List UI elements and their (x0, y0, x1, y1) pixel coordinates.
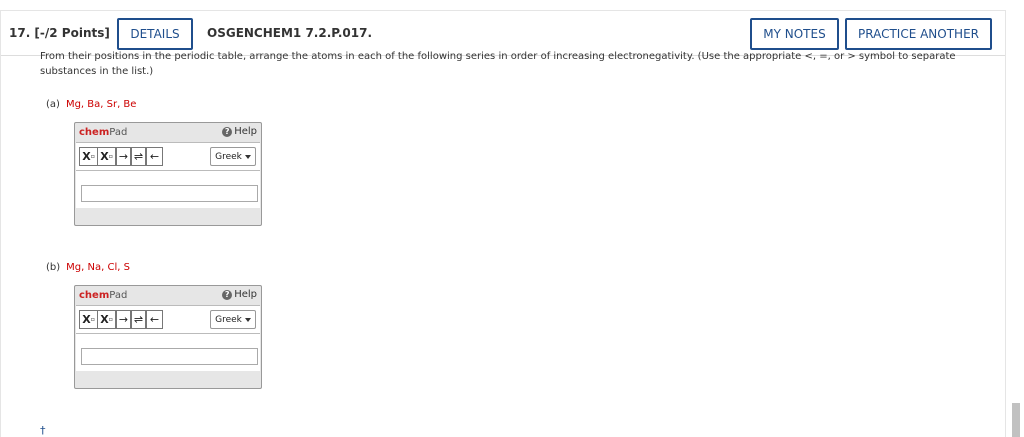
answer-a-input[interactable] (81, 185, 258, 202)
part-a-label: (a) Mg, Ba, Sr, Be (46, 99, 136, 110)
chempad-a-title: chemPad (79, 127, 128, 138)
question-circle-icon: ? (222, 126, 233, 137)
scrollbar-thumb[interactable] (1012, 403, 1020, 437)
greek-dropdown[interactable]: Greek (210, 310, 256, 329)
question-circle-icon: ? (222, 289, 233, 300)
question-prompt: From their positions in the periodic tab… (40, 51, 956, 77)
details-button[interactable]: DETAILS (117, 18, 193, 50)
dagger-marker: † (40, 424, 46, 437)
chempad-b-title: chemPad (79, 290, 128, 301)
chempad-a-help[interactable]: ? Help (222, 126, 257, 137)
question-number: 17. [-/2 Points] (9, 26, 110, 40)
question-code: OSGENCHEM1 7.2.P.017. (207, 26, 373, 40)
right-arrow-button[interactable]: → (116, 147, 131, 166)
greek-dropdown[interactable]: Greek (210, 147, 256, 166)
chempad-b-toolbar: X ▫ X ▫ → ⇌ ← Greek (76, 305, 260, 334)
part-b-letter: (b) (46, 262, 61, 273)
superscript-button[interactable]: X ▫ (97, 147, 116, 166)
chempad-b-input-area (76, 334, 260, 371)
part-b-label: (b) Mg, Na, Cl, S (46, 262, 130, 273)
chempad-b-help[interactable]: ? Help (222, 289, 257, 300)
chevron-down-icon (244, 154, 251, 159)
part-b-elements: Mg, Na, Cl, S (66, 262, 130, 273)
right-arrow-button[interactable]: → (116, 310, 131, 329)
chempad-a-input-area (76, 171, 260, 208)
subscript-button[interactable]: X ▫ (79, 310, 98, 329)
equilibrium-arrow-button[interactable]: ⇌ (131, 147, 146, 166)
superscript-button[interactable]: X ▫ (97, 310, 116, 329)
scrollbar[interactable] (1008, 0, 1024, 437)
part-a-letter: (a) (46, 99, 60, 110)
subscript-button[interactable]: X ▫ (79, 147, 98, 166)
chempad-b: chemPad ? Help X ▫ X ▫ → ⇌ ← Greek (74, 285, 262, 389)
answer-b-input[interactable] (81, 348, 258, 365)
left-arrow-button[interactable]: ← (146, 147, 163, 166)
practice-another-button[interactable]: PRACTICE ANOTHER (845, 18, 992, 50)
chevron-down-icon (244, 317, 251, 322)
part-a-elements: Mg, Ba, Sr, Be (65, 99, 137, 110)
my-notes-button[interactable]: MY NOTES (750, 18, 839, 50)
chempad-a-toolbar: X ▫ X ▫ → ⇌ ← Greek (76, 142, 260, 171)
equilibrium-arrow-button[interactable]: ⇌ (131, 310, 146, 329)
chempad-a: chemPad ? Help X ▫ X ▫ → ⇌ ← Greek (74, 122, 262, 226)
left-arrow-button[interactable]: ← (146, 310, 163, 329)
